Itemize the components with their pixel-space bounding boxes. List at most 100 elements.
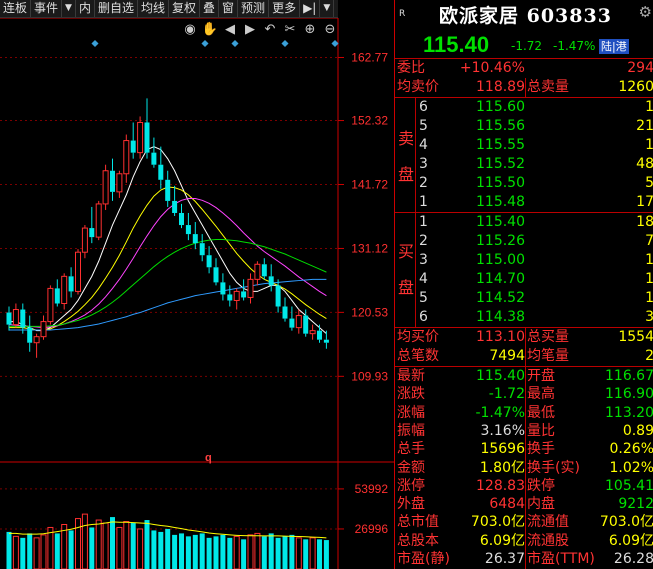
ma-lines-button[interactable]: 均线 xyxy=(138,0,169,17)
bid-row: 2 115.26 7 xyxy=(395,232,653,251)
tab-events[interactable]: 事件 xyxy=(31,0,63,17)
price-tick-label: 152.32 xyxy=(351,114,388,128)
buy-side-label: 买 xyxy=(398,242,415,261)
bid-row: 1 115.40 18 xyxy=(395,213,653,232)
candle-body xyxy=(123,140,130,175)
forecast-button[interactable]: 预测 xyxy=(238,0,270,17)
stat-value: 113.20 xyxy=(605,404,653,421)
ask-row: 5 115.56 21 xyxy=(395,117,653,136)
candle-body xyxy=(247,278,254,298)
volume-bar xyxy=(110,517,115,569)
stat-label: 量比 xyxy=(527,422,555,439)
hk-connect-badge[interactable]: 陆|港 xyxy=(599,39,629,54)
undo-icon[interactable]: ↶ xyxy=(265,22,276,37)
candle-body xyxy=(220,282,226,295)
overlay-button[interactable]: 叠 xyxy=(200,0,220,17)
total-bid-value: 1554 xyxy=(618,329,653,345)
bid-price: 114.38 xyxy=(476,309,525,325)
stat-label: 流通值 xyxy=(527,514,569,531)
volume-tick-label: 26996 xyxy=(355,522,389,536)
ask-volume: 17 xyxy=(636,194,653,210)
bid-volume: 18 xyxy=(636,214,653,230)
volume-bar xyxy=(33,537,40,569)
r-badge: R xyxy=(399,9,406,19)
stat-value: 116.90 xyxy=(605,386,653,403)
bid-level: 4 xyxy=(419,271,428,287)
volume-bar xyxy=(303,539,309,569)
candle-body xyxy=(192,234,198,244)
window-button[interactable]: 窗 xyxy=(219,0,239,17)
event-marker-icon xyxy=(91,39,99,48)
panel-divider xyxy=(525,367,526,569)
circle-play-icon[interactable]: ▶ xyxy=(245,22,255,37)
ask-level: 3 xyxy=(419,156,428,172)
chart-toolbar: 连板 事件 ▼ 内 删自选 均线 复权 叠 窗 预测 更多 ▶| ▼ xyxy=(0,0,338,18)
bid-level: 3 xyxy=(419,252,428,268)
chevron-down-icon[interactable]: ▼ xyxy=(320,0,335,17)
stat-value: 1.02% xyxy=(609,459,653,476)
bid-price: 115.40 xyxy=(476,214,525,230)
hand-icon[interactable]: ✋ xyxy=(202,21,218,37)
volume-bar xyxy=(213,536,219,569)
gear-icon[interactable]: ⚙ xyxy=(639,3,652,21)
stat-row: 外盘 6484 内盘 9212 xyxy=(395,495,653,514)
volume-bar xyxy=(309,537,316,569)
total-trades-label: 总笔数 xyxy=(397,348,439,364)
bid-volume: 1 xyxy=(645,271,653,287)
volume-bar xyxy=(68,530,74,569)
avg-trade-label: 均笔量 xyxy=(527,348,569,364)
candle-body xyxy=(233,290,240,301)
avg-bid-label: 均买价 xyxy=(397,329,439,345)
stat-value: 15696 xyxy=(480,441,525,458)
volume-bar xyxy=(254,532,261,569)
stat-value: 1.80亿 xyxy=(479,459,525,476)
q-marker: q xyxy=(205,452,212,464)
volume-bar xyxy=(116,526,123,569)
scissors-icon[interactable]: ✂ xyxy=(285,22,296,37)
ask-volume: 21 xyxy=(636,118,653,134)
play-icon[interactable]: ◀ xyxy=(225,22,235,37)
eye-icon[interactable]: ◉ xyxy=(184,22,195,37)
candle-body xyxy=(130,140,136,153)
stat-label: 换手 xyxy=(527,441,555,458)
volume-bar xyxy=(6,531,12,569)
volume-bar xyxy=(227,537,233,569)
stat-label: 开盘 xyxy=(527,368,555,384)
price-tick-label: 120.53 xyxy=(351,305,388,319)
total-bid-label: 总买量 xyxy=(527,329,569,345)
ask-row: 1 115.48 17 xyxy=(395,193,653,212)
play-end-icon[interactable]: ▶| xyxy=(300,0,321,17)
volume-bar xyxy=(12,535,19,569)
stat-value: 703.0亿 xyxy=(599,514,653,531)
stat-row: 振幅 3.16% 量比 0.89 xyxy=(395,422,653,441)
candle-body xyxy=(158,164,164,180)
stat-label: 换手(实) xyxy=(527,459,580,476)
avg-bid-value: 113.10 xyxy=(476,329,525,345)
chevron-down-icon[interactable]: ▼ xyxy=(62,0,76,17)
event-marker-icon xyxy=(201,39,209,48)
ma-line xyxy=(8,198,327,329)
more-button[interactable]: 更多 xyxy=(269,0,301,17)
stat-label: 涨幅 xyxy=(397,404,425,421)
volume-bar xyxy=(137,528,144,569)
stat-value: 9212 xyxy=(618,496,653,513)
tab-lianban[interactable]: 连板 xyxy=(0,0,32,17)
stat-label: 总手 xyxy=(397,441,425,458)
zoom-in-icon[interactable]: ⊕ xyxy=(305,22,316,37)
volume-bar xyxy=(54,533,60,569)
candle-body xyxy=(185,225,191,235)
remove-watchlist-button[interactable]: 删自选 xyxy=(95,0,138,17)
stat-row: 涨幅 -1.47% 最低 113.20 xyxy=(395,404,653,423)
kline-chart[interactable]: 162.77 152.32 141.72 131.12 120.53 109.93 q 539… xyxy=(0,0,394,569)
bid-price: 115.26 xyxy=(476,233,525,249)
volume-bar xyxy=(317,539,322,569)
candle-body xyxy=(81,227,88,253)
zoom-out-icon[interactable]: ⊖ xyxy=(325,22,336,37)
stat-row: 总手 15696 换手 0.26% xyxy=(395,440,653,459)
volume-bar xyxy=(144,520,150,569)
stat-value: 26.28 xyxy=(613,551,653,567)
volume-bar xyxy=(40,534,47,569)
tab-nei[interactable]: 内 xyxy=(76,0,95,17)
adjust-button[interactable]: 复权 xyxy=(169,0,201,17)
bid-row: 5 114.52 1 xyxy=(395,289,653,308)
